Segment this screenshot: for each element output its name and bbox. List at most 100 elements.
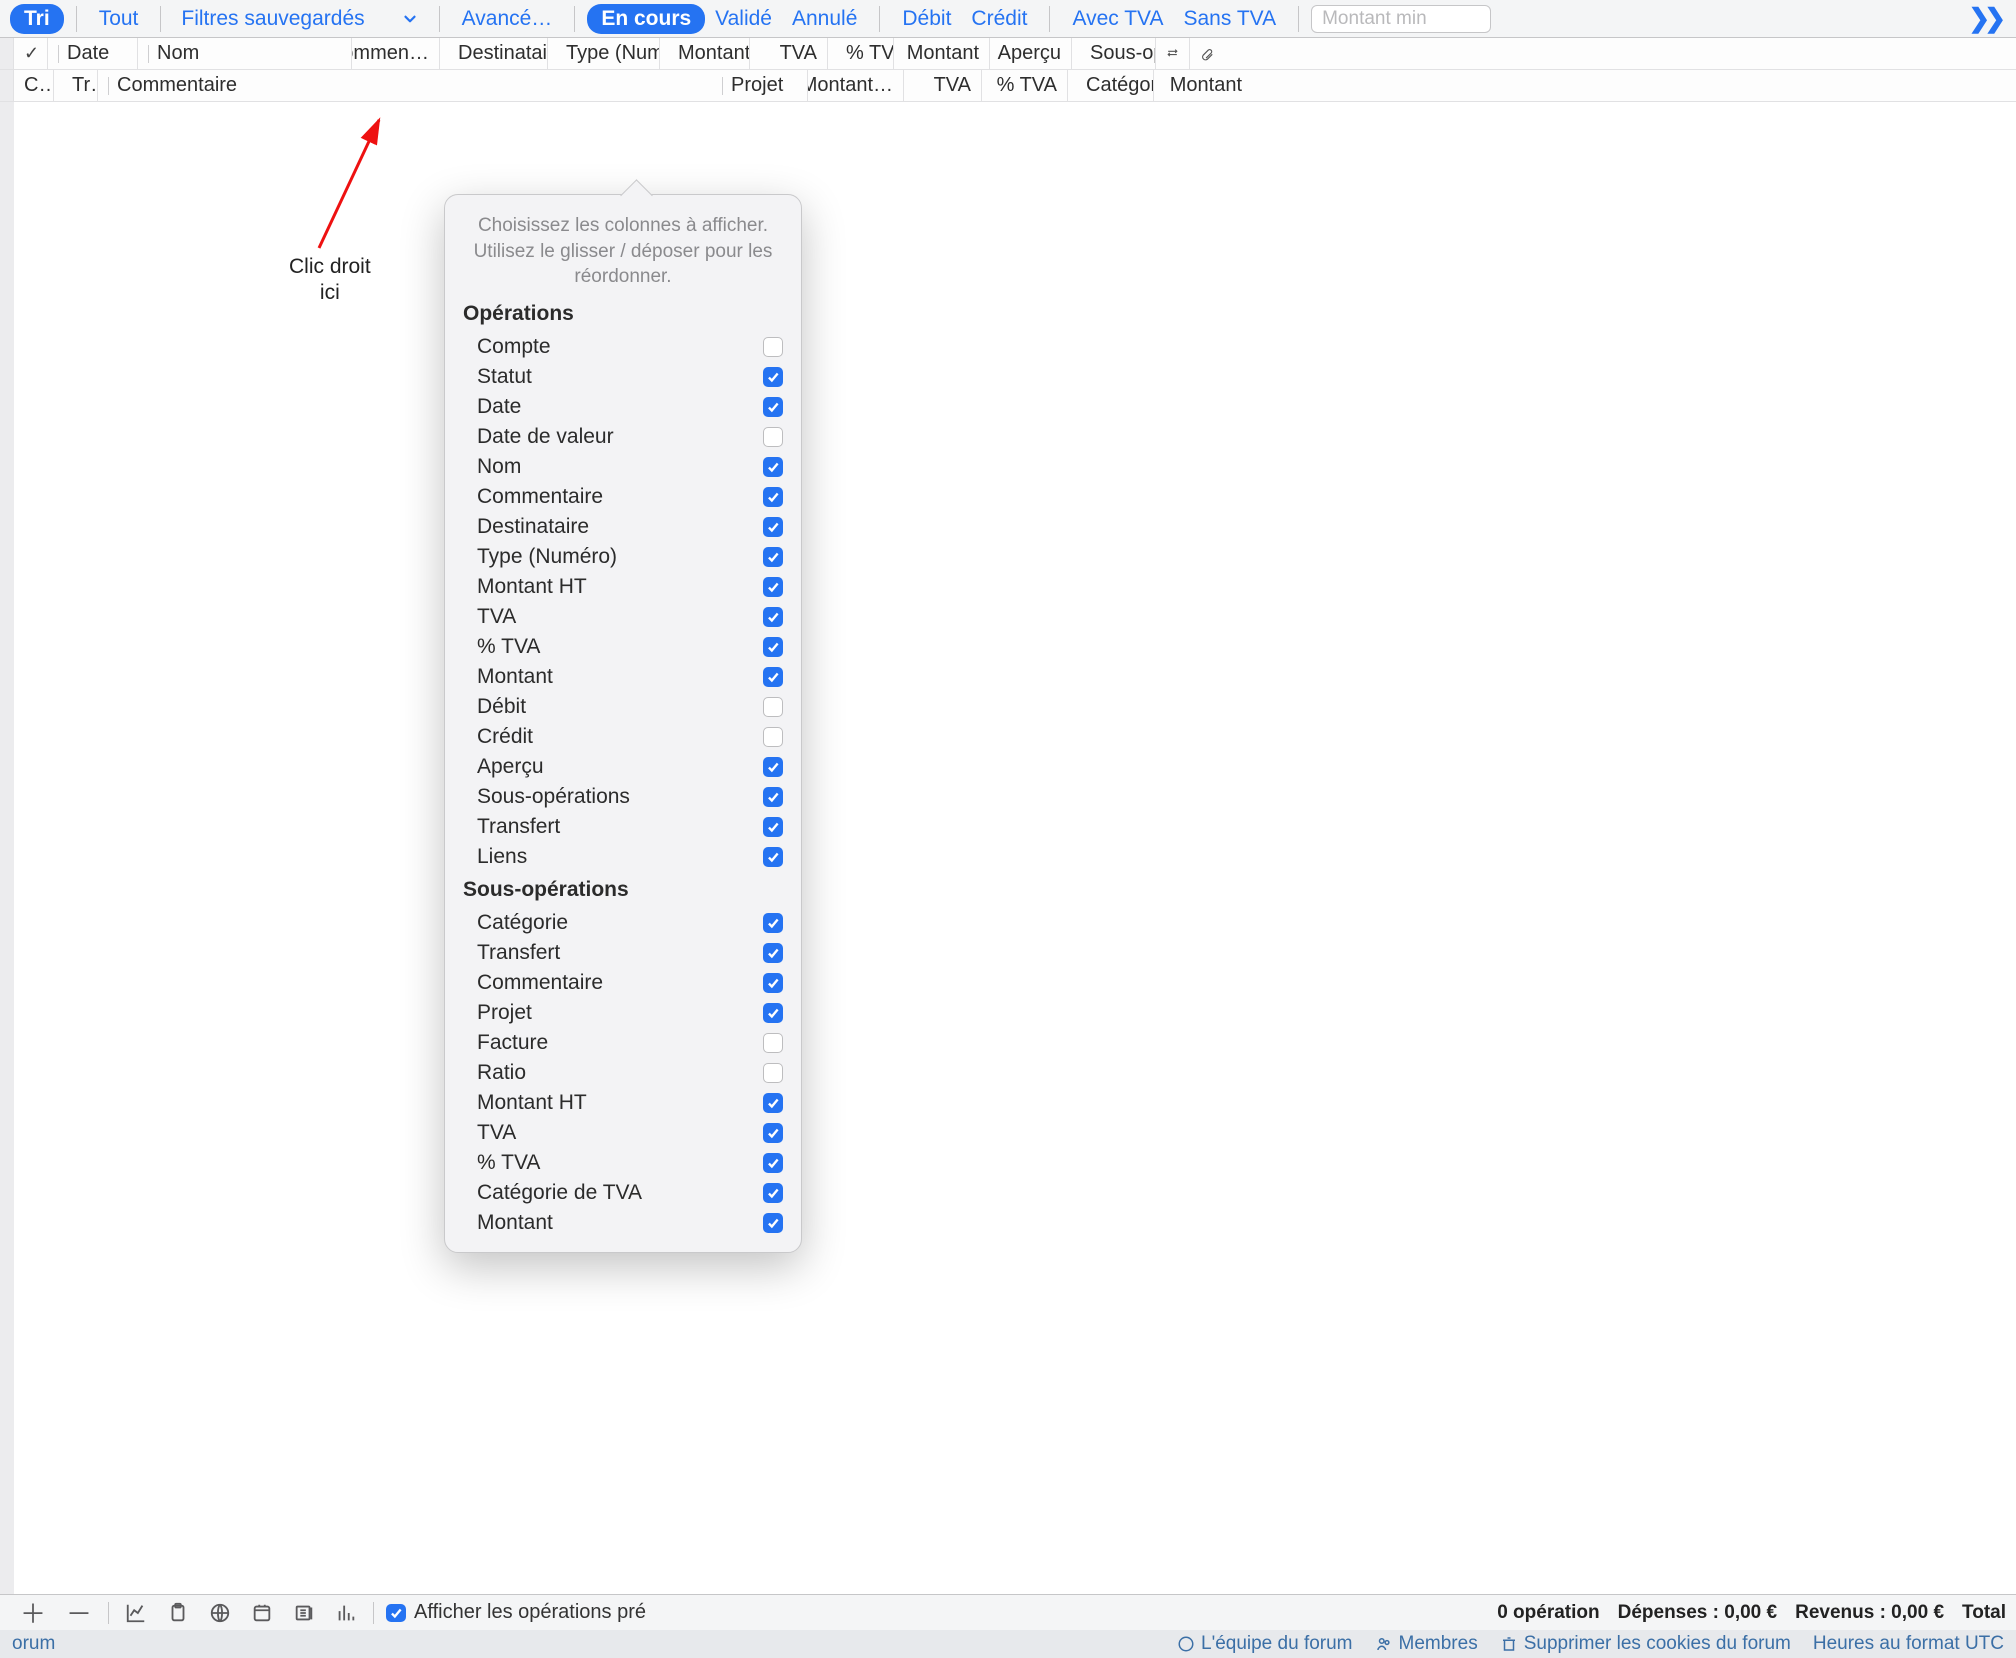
column-toggle-row[interactable]: % TVA <box>463 632 783 662</box>
column-toggle-row[interactable]: Facture <box>463 1028 783 1058</box>
column-montant-2[interactable]: Montant <box>1154 70 1252 101</box>
footer-members-link[interactable]: Membres <box>1375 1633 1478 1655</box>
clipboard-icon[interactable] <box>157 1602 199 1624</box>
checkbox-icon <box>763 1123 783 1143</box>
filter-avec-tva-button[interactable]: Avec TVA <box>1062 5 1173 33</box>
footer-timezone-label: Heures au format UTC <box>1813 1633 2004 1655</box>
filter-all-button[interactable]: Tout <box>89 5 149 33</box>
checkbox-icon <box>763 697 783 717</box>
bar-chart-icon[interactable] <box>325 1602 367 1624</box>
column-toggle-label: Destinataire <box>477 515 589 539</box>
column-nom[interactable]: Nom <box>138 38 352 69</box>
column-toggle-row[interactable]: TVA <box>463 602 783 632</box>
column-toggle-row[interactable]: Ratio <box>463 1058 783 1088</box>
footer-team-link[interactable]: L'équipe du forum <box>1177 1633 1353 1655</box>
checkbox-icon <box>763 847 783 867</box>
column-toggle-row[interactable]: Crédit <box>463 722 783 752</box>
column-toggle-row[interactable]: Type (Numéro) <box>463 542 783 572</box>
column-toggle-row[interactable]: Débit <box>463 692 783 722</box>
chevron-down-icon <box>401 10 419 28</box>
column-pct-tva-2[interactable]: % TVA <box>982 70 1068 101</box>
column-toggle-row[interactable]: Transfert <box>463 812 783 842</box>
column-categorie-tva[interactable]: Catégori… <box>1068 70 1154 101</box>
checkbox-icon <box>763 397 783 417</box>
toolbar-overflow-button[interactable]: ❯❯ <box>1952 3 2006 34</box>
column-commentaire-2[interactable]: Commentaire <box>98 70 712 101</box>
footer-cookies-link[interactable]: Supprimer les cookies du forum <box>1500 1633 1791 1655</box>
checkbox-icon <box>763 817 783 837</box>
column-transfert[interactable]: Tr… <box>54 70 98 101</box>
advanced-button[interactable]: Avancé… <box>452 5 563 33</box>
column-toggle-row[interactable]: Liens <box>463 842 783 872</box>
column-toggle-row[interactable]: Aperçu <box>463 752 783 782</box>
column-toggle-row[interactable]: Montant <box>463 1208 783 1238</box>
checkbox-icon <box>763 1183 783 1203</box>
column-toggle-row[interactable]: Date de valeur <box>463 422 783 452</box>
column-toggle-row[interactable]: Nom <box>463 452 783 482</box>
status-encours-button[interactable]: En cours <box>587 4 705 34</box>
column-destinataire[interactable]: Destinataire <box>440 38 548 69</box>
column-sous-op[interactable]: Sous-op… <box>1072 38 1156 69</box>
calendar-icon[interactable] <box>241 1602 283 1624</box>
column-toggle-label: Compte <box>477 335 551 359</box>
checkbox-icon <box>763 427 783 447</box>
column-toggle-row[interactable]: Catégorie <box>463 908 783 938</box>
status-annule-button[interactable]: Annulé <box>782 5 867 33</box>
table-header: Date Nom Commen… Destinataire Type (Numé… <box>0 38 2016 102</box>
column-status-check[interactable] <box>14 38 48 69</box>
chart-line-icon[interactable] <box>115 1602 157 1624</box>
column-toggle-row[interactable]: TVA <box>463 1118 783 1148</box>
column-toggle-row[interactable]: Sous-opérations <box>463 782 783 812</box>
column-type[interactable]: Type (Numér… <box>548 38 660 69</box>
column-apercu[interactable]: Aperçu <box>990 38 1072 69</box>
filter-sans-tva-button[interactable]: Sans TVA <box>1174 5 1287 33</box>
column-projet[interactable]: Projet <box>712 70 808 101</box>
add-button[interactable]: ＋ <box>10 1594 56 1631</box>
column-toggle-row[interactable]: Compte <box>463 332 783 362</box>
column-toggle-row[interactable]: Catégorie de TVA <box>463 1178 783 1208</box>
column-toggle-row[interactable]: Commentaire <box>463 968 783 998</box>
toolbar-separator <box>574 6 575 32</box>
column-toggle-row[interactable]: Montant HT <box>463 572 783 602</box>
column-toggle-row[interactable]: Destinataire <box>463 512 783 542</box>
column-montant[interactable]: Montant <box>894 38 990 69</box>
column-toggle-row[interactable]: Transfert <box>463 938 783 968</box>
column-toggle-row[interactable]: Projet <box>463 998 783 1028</box>
column-date[interactable]: Date <box>48 38 138 69</box>
column-tva[interactable]: TVA <box>750 38 828 69</box>
filter-debit-button[interactable]: Débit <box>892 5 961 33</box>
column-toggle-row[interactable]: Date <box>463 392 783 422</box>
column-toggle-row[interactable]: Montant <box>463 662 783 692</box>
table-header-row-1: Date Nom Commen… Destinataire Type (Numé… <box>0 38 2016 70</box>
column-categorie[interactable]: C… <box>14 70 54 101</box>
status-valide-button[interactable]: Validé <box>705 5 782 33</box>
column-toggle-row[interactable]: Montant HT <box>463 1088 783 1118</box>
column-transfert-icon[interactable] <box>1156 38 1190 69</box>
column-tva-2[interactable]: TVA <box>904 70 982 101</box>
status-op-count: 0 opération <box>1497 1602 1599 1624</box>
toolbar-separator <box>1049 6 1050 32</box>
column-toggle-row[interactable]: % TVA <box>463 1148 783 1178</box>
column-toggle-row[interactable]: Commentaire <box>463 482 783 512</box>
column-pct-tva[interactable]: % TVA <box>828 38 894 69</box>
saved-filters-dropdown[interactable]: Filtres sauvegardés <box>173 5 426 33</box>
column-toggle-label: Montant HT <box>477 1091 587 1115</box>
column-montant-ht-2[interactable]: Montant… <box>808 70 904 101</box>
bottom-toolbar: ＋ － Afficher les opérations pré 0 opérat… <box>0 1594 2016 1630</box>
filter-credit-button[interactable]: Crédit <box>961 5 1037 33</box>
checkbox-icon <box>763 457 783 477</box>
column-commentaire[interactable]: Commen… <box>352 38 440 69</box>
sort-button[interactable]: Tri <box>10 4 64 34</box>
checkbox-icon <box>763 667 783 687</box>
column-chooser-popover: Choisissez les colonnes à afficher. Util… <box>444 194 802 1253</box>
globe-icon[interactable] <box>199 1602 241 1624</box>
news-icon[interactable] <box>283 1602 325 1624</box>
checkbox-icon <box>763 367 783 387</box>
saved-filters-label: Filtres sauvegardés <box>181 7 364 31</box>
remove-button[interactable]: － <box>56 1594 102 1631</box>
montant-min-input[interactable] <box>1311 5 1491 33</box>
column-montant-ht[interactable]: Montant… <box>660 38 750 69</box>
show-forecast-checkbox[interactable]: Afficher les opérations pré <box>386 1601 646 1624</box>
column-attachment-icon[interactable] <box>1190 38 1224 69</box>
column-toggle-row[interactable]: Statut <box>463 362 783 392</box>
